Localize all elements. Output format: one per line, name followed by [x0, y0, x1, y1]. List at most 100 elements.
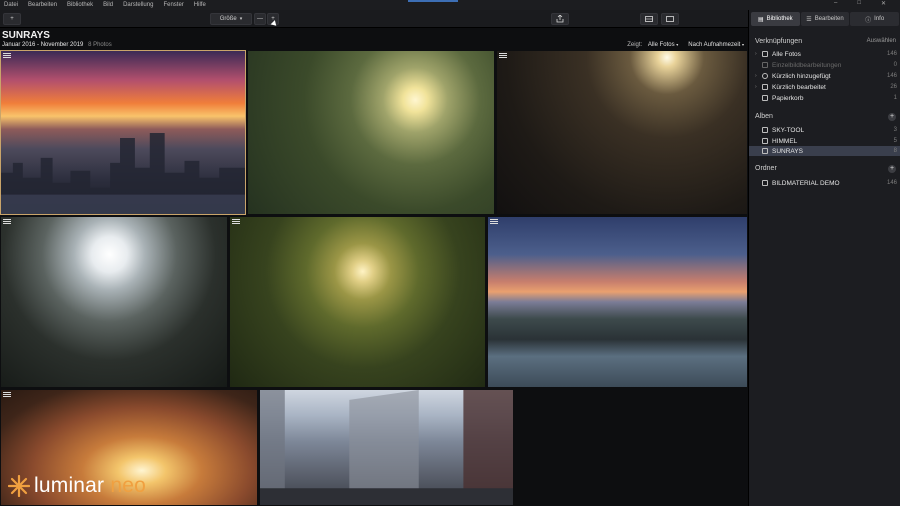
chevron-down-icon: ▾ [239, 16, 243, 22]
toolbar: + Größe ▾ — + [0, 10, 748, 28]
city-skyline [1, 132, 245, 214]
shortcuts-heading: Verknüpfungen [755, 38, 803, 45]
minimize-button[interactable]: – [834, 0, 837, 7]
sidebar-item-count: 8 [893, 148, 897, 154]
add-folder-button[interactable]: + [888, 165, 896, 173]
photo-thumbnail[interactable] [0, 50, 246, 215]
window-controls: – □ ✕ [834, 0, 896, 7]
gallery-header: SUNRAYS Januar 2016 - November 2019 8 Ph… [0, 28, 748, 50]
tab-bibliothek-label: Bibliothek [766, 16, 793, 22]
view-options: Zeigt: Alle Fotos ▾ Nach Aufnahmezeit ▾ [627, 42, 744, 48]
photos-icon [762, 51, 768, 57]
single-view-button[interactable] [661, 13, 679, 25]
sidebar-item-label: SUNRAYS [772, 147, 803, 155]
filter-dropdown[interactable]: Zeigt: Alle Fotos ▾ [627, 42, 678, 48]
maximize-button[interactable]: □ [857, 0, 861, 7]
share-button[interactable] [551, 13, 569, 25]
photo-thumbnail[interactable] [487, 216, 748, 388]
sidebar-item-label: Alle Fotos [772, 50, 801, 58]
sidebar-tabs: ▤ Bibliothek ☰ Bearbeiten ⓘ Info [749, 12, 900, 28]
size-dropdown[interactable]: Größe ▾ [210, 13, 252, 25]
sidebar-item-label: Kürzlich bearbeitet [772, 83, 826, 91]
recently-added-icon [762, 73, 768, 79]
menu-datei[interactable]: Datei [4, 2, 18, 8]
chevron-down-icon: ▾ [676, 42, 679, 47]
size-label: Größe [219, 16, 237, 22]
grid-view-button[interactable] [640, 13, 658, 25]
tab-bibliothek[interactable]: ▤ Bibliothek [751, 12, 800, 26]
grid-view-icon [645, 16, 653, 22]
library-icon: ▤ [757, 16, 764, 23]
sidebar-item-count: 5 [893, 138, 897, 144]
share-icon [556, 15, 564, 23]
photo-thumbnail[interactable] [229, 216, 486, 388]
sidebar-item-label: Einzelbildbearbeitungen [772, 61, 842, 69]
sidebar-item-sky-tool[interactable]: SKY-TOOL 3 [749, 125, 900, 135]
folders-heading: Ordner [755, 165, 777, 172]
sidebar-item-count: 146 [886, 51, 897, 57]
logo-word-neo: neo [110, 474, 146, 497]
logo-word-luminar: luminar [34, 474, 105, 497]
sidebar-item-bildmaterial-demo[interactable]: BILDMATERIAL DEMO 146 [749, 178, 900, 188]
show-value: Alle Fotos [647, 42, 675, 48]
sidebar-item-label: SKY-TOOL [772, 126, 805, 134]
sidebar-item-sunrays[interactable]: SUNRAYS 8 [749, 146, 900, 156]
album-icon [762, 148, 768, 154]
recently-edited-icon [762, 84, 768, 90]
tab-info-label: Info [874, 16, 885, 22]
add-photos-button[interactable]: + [3, 13, 21, 25]
city-buildings [260, 390, 513, 505]
sidebar-item-label: BILDMATERIAL DEMO [772, 179, 840, 187]
sidebar-item-kuerzlich-hinzugefuegt[interactable]: › Kürzlich hinzugefügt 146 [749, 71, 900, 81]
sidebar-item-count: 146 [886, 73, 897, 79]
show-label: Zeigt: [627, 42, 643, 48]
sidebar-item-papierkorb[interactable]: Papierkorb 1 [749, 93, 900, 103]
sidebar-item-alle-fotos[interactable]: › Alle Fotos 146 [749, 49, 900, 59]
select-button[interactable]: Auswählen [867, 38, 896, 44]
single-view-icon [666, 16, 674, 22]
sidebar-item-label: HIMMEL [772, 137, 798, 145]
photo-thumbnail[interactable] [496, 50, 748, 215]
photo-thumbnail[interactable] [247, 50, 495, 215]
sidebar-item-label: Kürzlich hinzugefügt [772, 72, 831, 80]
sort-dropdown[interactable]: Nach Aufnahmezeit ▾ [688, 42, 744, 48]
photo-grid [0, 50, 748, 506]
edited-icon [232, 219, 240, 225]
close-button[interactable]: ✕ [881, 0, 886, 7]
tab-info[interactable]: ⓘ Info [850, 12, 900, 26]
sidebar-item-kuerzlich-bearbeitet[interactable]: › Kürzlich bearbeitet 26 [749, 82, 900, 92]
sidebar-item-himmel[interactable]: HIMMEL 5 [749, 136, 900, 146]
edited-icon [3, 219, 11, 225]
chevron-down-icon: ▾ [741, 42, 744, 47]
add-album-button[interactable]: + [888, 113, 896, 121]
menu-hilfe[interactable]: Hilfe [194, 2, 206, 8]
menu-bild[interactable]: Bild [103, 2, 113, 8]
menu-bibliothek[interactable]: Bibliothek [67, 2, 93, 8]
photo-thumbnail[interactable] [259, 389, 514, 506]
tab-bearbeiten[interactable]: ☰ Bearbeiten [800, 12, 850, 26]
menu-fenster[interactable]: Fenster [163, 2, 183, 8]
library-sidebar: ▤ Bibliothek ☰ Bearbeiten ⓘ Info Verknüp… [748, 10, 900, 506]
page-title: SUNRAYS [2, 30, 50, 41]
sidebar-item-count: 146 [886, 180, 897, 186]
edited-icon [499, 53, 507, 59]
menu-darstellung[interactable]: Darstellung [123, 2, 153, 8]
tab-bearbeiten-label: Bearbeiten [814, 16, 844, 22]
sidebar-item-einzelbildbearbeitungen[interactable]: Einzelbildbearbeitungen 0 [749, 60, 900, 70]
album-icon [762, 127, 768, 133]
sort-value: Nach Aufnahmezeit [688, 42, 741, 48]
chevron-right-icon: › [755, 84, 757, 90]
sidebar-item-count: 3 [893, 127, 897, 133]
photo-thumbnail[interactable] [0, 216, 228, 388]
zoom-out-button[interactable]: — [254, 13, 266, 25]
edited-icon [490, 219, 498, 225]
logo-text: luminar neo [34, 474, 146, 498]
menu-bearbeiten[interactable]: Bearbeiten [28, 2, 57, 8]
date-range: Januar 2016 - November 2019 8 Photos [2, 42, 112, 48]
single-edit-icon [762, 62, 768, 68]
edited-icon [3, 53, 11, 59]
chevron-right-icon: › [755, 51, 757, 57]
sun-icon [8, 475, 30, 497]
sidebar-item-count: 26 [890, 84, 897, 90]
albums-heading: Alben [755, 113, 773, 120]
